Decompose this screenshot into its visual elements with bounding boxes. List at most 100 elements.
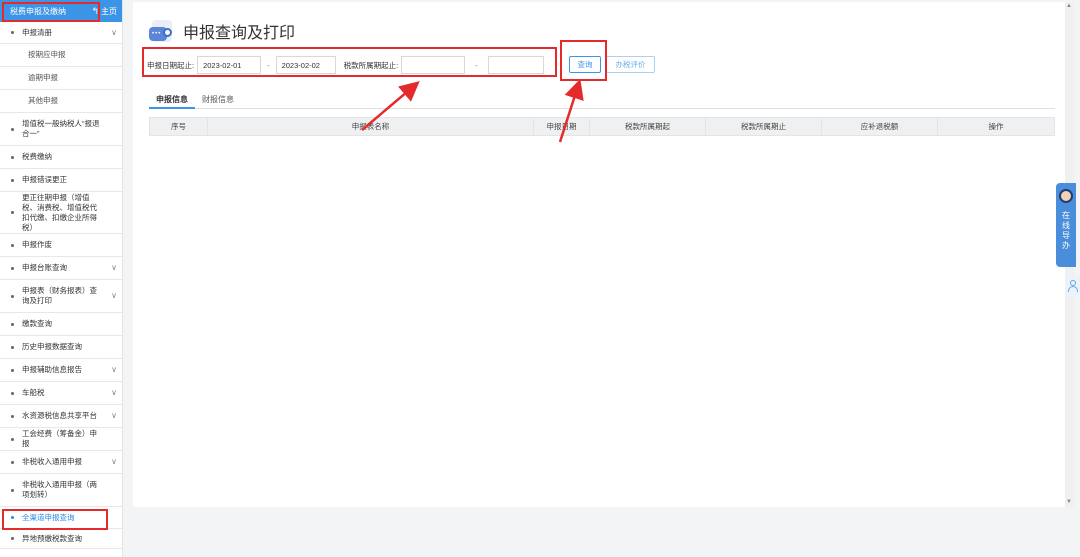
sidebar-item-label: 历史申报数据查询 [22, 342, 82, 351]
date-range-label: 申报日期起止: [147, 60, 195, 70]
sidebar-menu: 申报清册 ∨ 按期应申报逾期申报其他申报增值税一般纳税人“报退合一” 税费缴纳申报错误… [0, 22, 122, 549]
bullet-icon [11, 537, 14, 540]
chevron-down-icon[interactable]: ∨ [111, 365, 117, 375]
sidebar-item[interactable]: 非税收入通用申报（两项划转） [0, 474, 122, 507]
sidebar-header: 税费申报及缴纳 ↰ 主页 [0, 0, 122, 22]
main-panel: ••• 申报查询及打印 申报日期起止: 2023-02-01 - 2023-02… [133, 2, 1074, 507]
online-help-button[interactable]: 在线导办 [1056, 183, 1076, 267]
bullet-icon [11, 31, 14, 34]
tab-declaration-info[interactable]: 申报信息 [149, 93, 195, 109]
sidebar-item[interactable]: 异地预缴税款查询 [0, 529, 122, 549]
sidebar-item-label: 申报辅助信息报告 [22, 365, 82, 374]
sidebar-item[interactable]: 水资源税信息共享平台 ∨ [0, 405, 122, 428]
tab-financial-info[interactable]: 财报信息 [195, 93, 241, 109]
sidebar-item[interactable]: 申报错误更正 [0, 169, 122, 192]
scroll-up-icon[interactable]: ▲ [1066, 3, 1072, 9]
col-header-actions: 操作 [988, 122, 1004, 131]
sidebar-item-label: 车船税 [22, 388, 45, 397]
sidebar-item-label: 申报作废 [22, 240, 52, 249]
bullet-icon [11, 516, 14, 519]
sidebar-item-label: 按期应申报 [28, 50, 66, 59]
bullet-icon [11, 155, 14, 159]
sidebar-item-label: 增值税一般纳税人“报退合一” [22, 119, 100, 138]
sidebar-item[interactable]: 税费缴纳 [0, 146, 122, 169]
user-icon [1067, 280, 1078, 292]
tax-period-separator: - [475, 60, 478, 70]
search-document-icon: ••• [149, 18, 175, 44]
user-button[interactable] [1065, 276, 1080, 296]
sidebar-item[interactable]: 申报表（财务报表）查询及打印 ∨ [0, 280, 122, 313]
sidebar-item[interactable]: 逾期申报 [0, 67, 122, 90]
chevron-down-icon[interactable]: ∨ [111, 263, 117, 273]
bullet-icon [11, 437, 14, 441]
sidebar-item[interactable]: 申报作废 [0, 234, 122, 257]
tax-period-end-input[interactable] [487, 56, 544, 74]
sidebar-item-label: 工会经费（筹备金）申报 [22, 429, 97, 448]
sidebar-item[interactable]: 其他申报 [0, 90, 122, 113]
filter-bar: 申报日期起止: 2023-02-01 - 2023-02-02 税款所属期起止:… [147, 54, 544, 76]
col-header-date: 申报日期 [534, 118, 590, 135]
sidebar: 税费申报及缴纳 ↰ 主页 申报清册 ∨ 按期应申报逾期申报其他申报增值税一般纳税人“… [0, 0, 123, 557]
sidebar-item[interactable]: 申报台账查询 ∨ [0, 257, 122, 280]
evaluate-button[interactable]: 办税评价 [606, 56, 655, 73]
col-header-form-name: 申报表名称 [208, 118, 534, 135]
sidebar-item-label: 申报清册 [22, 27, 52, 37]
bullet-icon [11, 345, 14, 349]
sidebar-item[interactable]: 全渠道申报查询 [0, 507, 122, 529]
chevron-down-icon[interactable]: ∨ [111, 291, 117, 301]
sidebar-item[interactable]: 按期应申报 [0, 44, 122, 67]
bullet-icon [11, 243, 14, 247]
back-arrow-icon: ↰ [91, 5, 99, 16]
bullet-icon [11, 391, 14, 395]
sidebar-item-label: 非税收入通用申报（两项划转） [22, 480, 97, 499]
home-button[interactable]: ↰ 主页 [91, 6, 122, 17]
bullet-icon [11, 211, 14, 214]
sidebar-item-label: 其他申报 [28, 96, 58, 105]
chevron-down-icon[interactable]: ∨ [111, 411, 117, 421]
home-label: 主页 [101, 6, 117, 16]
query-button[interactable]: 查询 [569, 56, 601, 73]
bullet-icon [11, 368, 14, 372]
bullet-icon [11, 322, 14, 326]
sidebar-item[interactable]: 增值税一般纳税人“报退合一” [0, 113, 122, 146]
date-range-separator: - [267, 60, 270, 70]
tab-bar: 申报信息 财报信息 [149, 93, 1055, 109]
scroll-down-icon[interactable]: ▼ [1066, 499, 1072, 505]
sidebar-item[interactable]: 缴款查询 [0, 313, 122, 336]
sidebar-item-label: 异地预缴税款查询 [22, 533, 82, 543]
sidebar-item[interactable]: 非税收入通用申报 ∨ [0, 451, 122, 474]
col-header-index: 序号 [150, 118, 208, 135]
sidebar-item[interactable]: 历史申报数据查询 [0, 336, 122, 359]
bullet-icon [11, 488, 14, 492]
online-help-label: 在线导办 [1062, 211, 1070, 250]
sidebar-item[interactable]: 车船税 ∨ [0, 382, 122, 405]
sidebar-item-label: 全渠道申报查询 [22, 512, 75, 522]
date-start-input[interactable]: 2023-02-01 [197, 56, 262, 74]
sidebar-item-label: 申报错误更正 [22, 175, 67, 184]
sidebar-item-label: 申报台账查询 [22, 263, 67, 272]
sidebar-item[interactable]: 更正往期申报（增值税、消费税、增值税代扣代缴、扣缴企业所得税） [0, 192, 122, 234]
sidebar-item-label: 税费缴纳 [22, 152, 52, 161]
sidebar-item[interactable]: 申报辅助信息报告 ∨ [0, 359, 122, 382]
tax-period-label: 税款所属期起止: [343, 60, 399, 70]
bullet-icon [11, 414, 14, 418]
sidebar-item-label: 缴款查询 [22, 319, 52, 328]
page-header: ••• 申报查询及打印 [149, 18, 295, 44]
sidebar-item-label: 更正往期申报（增值税、消费税、增值税代扣代缴、扣缴企业所得税） [22, 192, 97, 232]
chevron-down-icon[interactable]: ∨ [111, 457, 117, 467]
bullet-icon [11, 266, 14, 270]
sidebar-item-label: 非税收入通用申报 [22, 457, 82, 466]
tax-period-start-input[interactable] [401, 56, 466, 74]
sidebar-title[interactable]: 税费申报及缴纳 [0, 6, 91, 17]
sidebar-item[interactable]: 申报清册 ∨ [0, 22, 122, 44]
bullet-icon [11, 127, 14, 131]
page: 税费申报及缴纳 ↰ 主页 申报清册 ∨ 按期应申报逾期申报其他申报增值税一般纳税人“… [0, 0, 1080, 557]
sidebar-item-label: 逾期申报 [28, 73, 58, 82]
sidebar-item[interactable]: 工会经费（筹备金）申报 [0, 428, 122, 451]
date-end-input[interactable]: 2023-02-02 [275, 56, 336, 74]
sidebar-item-label: 申报表（财务报表）查询及打印 [22, 286, 97, 305]
sidebar-item-label: 水资源税信息共享平台 [22, 411, 97, 420]
chevron-down-icon[interactable]: ∨ [111, 388, 117, 398]
chevron-down-icon[interactable]: ∨ [111, 28, 117, 38]
col-header-period-end: 税款所属期止 [706, 118, 822, 135]
